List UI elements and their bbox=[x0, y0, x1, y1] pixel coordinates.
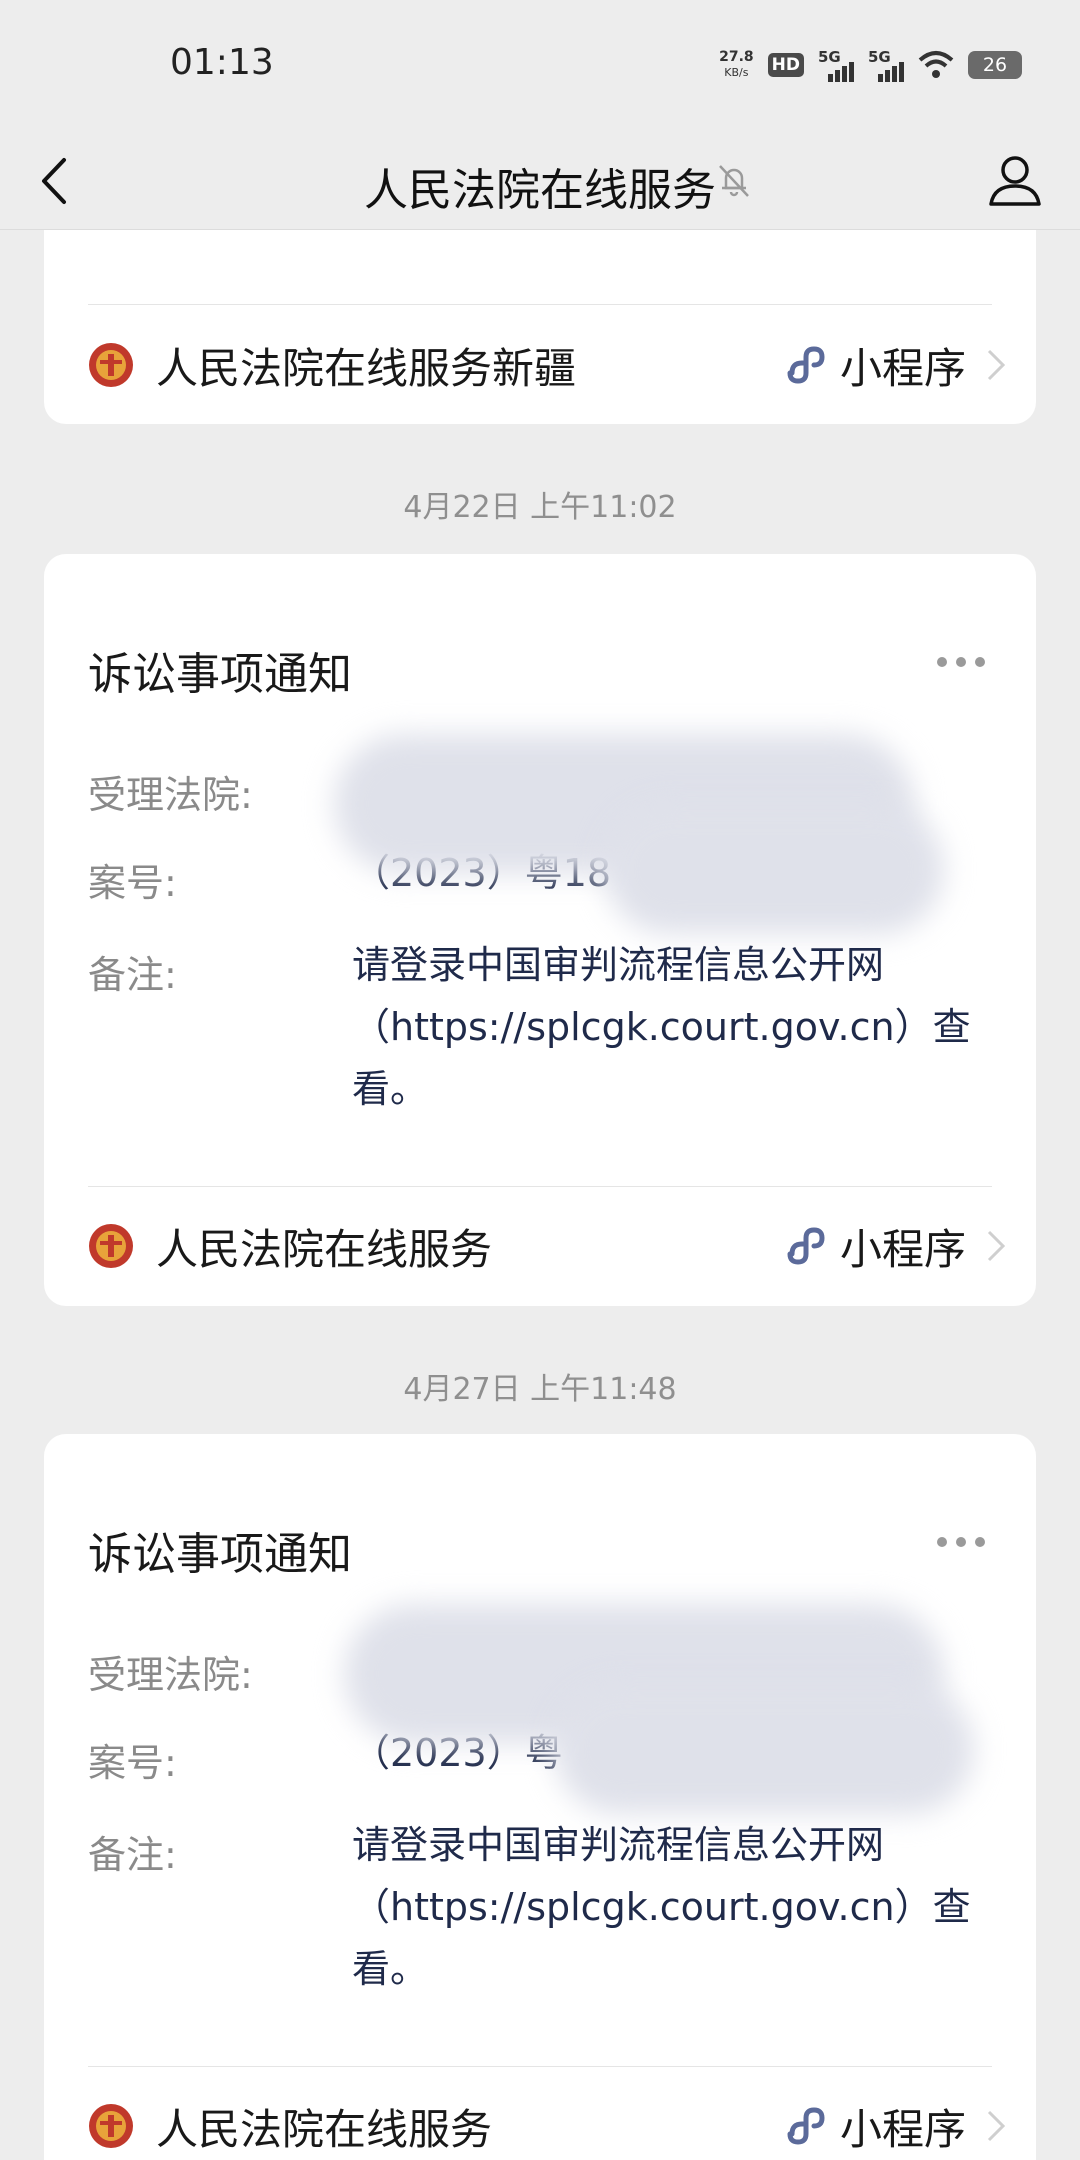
wifi-icon bbox=[918, 51, 954, 78]
court-label: 受理法院: bbox=[88, 1653, 253, 1697]
status-time: 01:13 bbox=[170, 42, 274, 83]
note-value: 请登录中国审判流程信息公开网（https://splcgk.court.gov.… bbox=[352, 943, 971, 1111]
mini-program-icon bbox=[787, 346, 825, 384]
status-icons: 27.8 KB/s HD 5G 5G 26 bbox=[719, 48, 1022, 82]
mini-program-label: 小程序 bbox=[839, 2104, 966, 2154]
card-title: 诉讼事项通知 bbox=[88, 1529, 352, 1580]
case-number-label: 案号: bbox=[88, 1741, 177, 1785]
mini-program-icon bbox=[787, 1227, 825, 1265]
court-emblem-icon bbox=[89, 343, 133, 387]
chevron-right-icon bbox=[987, 1230, 1006, 1262]
network-type-label: 5G bbox=[818, 48, 841, 66]
court-label: 受理法院: bbox=[88, 773, 253, 817]
message-timestamp: 4月27日 上午11:48 bbox=[403, 1372, 677, 1407]
footer-service-name: 人民法院在线服务 bbox=[156, 1224, 493, 1274]
signal-strength-icon: 5G bbox=[868, 48, 904, 82]
note-label: 备注: bbox=[88, 1833, 177, 1877]
chat-header: 人民法院在线服务 bbox=[0, 130, 1080, 230]
chat-title: 人民法院在线服务 bbox=[364, 165, 716, 216]
mini-program-label: 小程序 bbox=[839, 1224, 966, 1274]
profile-icon[interactable] bbox=[986, 150, 1044, 208]
status-bar: 01:13 27.8 KB/s HD 5G 5G 26 bbox=[0, 0, 1080, 130]
chevron-right-icon bbox=[987, 349, 1006, 381]
note-value: 请登录中国审判流程信息公开网（https://splcgk.court.gov.… bbox=[352, 1823, 971, 1991]
chat-scroll-area[interactable]: 人民法院在线服务新疆 小程序 4月22日 上午11:02 诉讼事项通知 受理法院… bbox=[0, 0, 1080, 2160]
more-options-icon[interactable] bbox=[936, 656, 986, 668]
network-speed: 27.8 KB/s bbox=[719, 50, 754, 80]
notification-card[interactable]: 诉讼事项通知 受理法院: 案号: （2023）粤 备注: 请登录中国审判流程信息… bbox=[44, 1434, 1036, 2160]
mini-program-icon bbox=[787, 2107, 825, 2145]
card-divider bbox=[88, 2066, 992, 2067]
card-divider bbox=[88, 304, 992, 305]
card-title: 诉讼事项通知 bbox=[88, 649, 352, 700]
court-emblem-icon bbox=[89, 2104, 133, 2148]
network-speed-unit: KB/s bbox=[724, 66, 749, 79]
footer-service-name: 人民法院在线服务新疆 bbox=[156, 343, 577, 393]
mini-program-link[interactable]: 人民法院在线服务 小程序 bbox=[88, 1206, 1006, 1286]
mini-program-link[interactable]: 人民法院在线服务 小程序 bbox=[88, 2086, 1006, 2160]
network-type-label: 5G bbox=[868, 48, 891, 66]
footer-service-name: 人民法院在线服务 bbox=[156, 2104, 493, 2154]
card-divider bbox=[88, 1186, 992, 1187]
hd-voice-badge: HD bbox=[767, 53, 804, 77]
redaction-blur bbox=[604, 804, 944, 934]
mini-program-label: 小程序 bbox=[839, 343, 966, 393]
chevron-right-icon bbox=[987, 2110, 1006, 2142]
notification-card[interactable]: 诉讼事项通知 受理法院: 案号: （2023）粤18 备注: 请登录中国审判流程… bbox=[44, 554, 1036, 1306]
case-number-label: 案号: bbox=[88, 861, 177, 905]
court-emblem-icon bbox=[89, 1224, 133, 1268]
network-speed-value: 27.8 bbox=[719, 49, 754, 65]
mini-program-link[interactable]: 人民法院在线服务新疆 小程序 bbox=[88, 325, 1006, 405]
message-timestamp: 4月22日 上午11:02 bbox=[403, 490, 677, 525]
muted-bell-icon bbox=[719, 165, 749, 197]
note-label: 备注: bbox=[88, 953, 177, 997]
redaction-blur bbox=[554, 1684, 974, 1814]
more-options-icon[interactable] bbox=[936, 1536, 986, 1548]
signal-strength-icon: 5G bbox=[818, 48, 854, 82]
battery-icon: 26 bbox=[968, 51, 1022, 79]
